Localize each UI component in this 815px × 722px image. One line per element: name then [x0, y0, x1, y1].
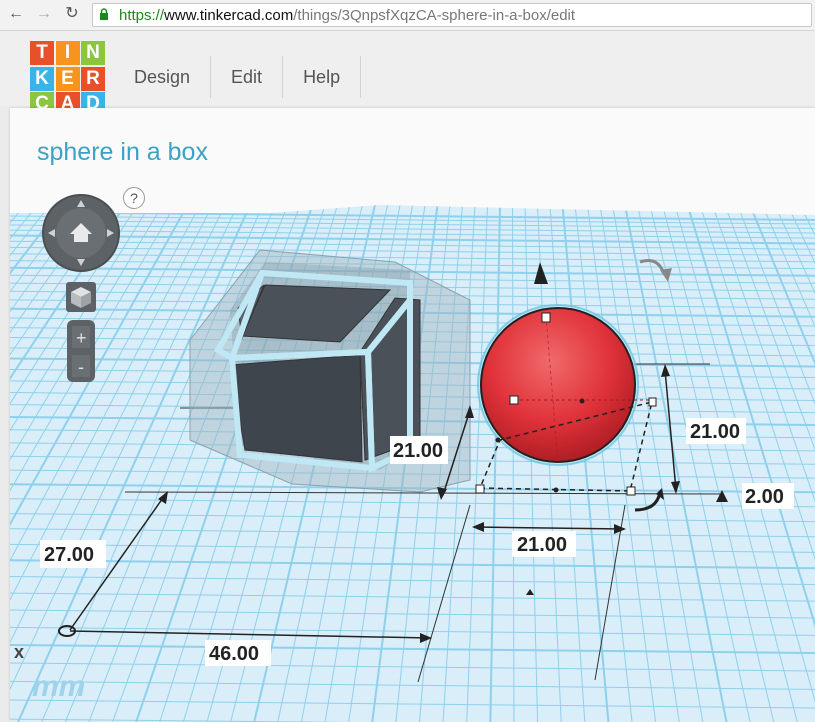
workplane-scene[interactable]: 21.00 21.00 2.00 21.00 27.00 46.00 x mm … — [0, 0, 815, 722]
zoom-out-label: - — [78, 357, 84, 377]
sphere-height-label: 21.00 — [690, 421, 740, 443]
units-label: mm — [32, 670, 85, 703]
sphere-top-handle[interactable] — [541, 312, 551, 323]
view-cube-icon[interactable] — [66, 282, 96, 312]
box-depth-label: 21.00 — [393, 440, 443, 462]
design-title[interactable]: sphere in a box — [37, 138, 208, 167]
position-x-label: 46.00 — [209, 643, 259, 665]
zoom-in-label: + — [76, 328, 87, 348]
position-y-label: 27.00 — [44, 544, 94, 566]
sphere-elevation-label: 2.00 — [745, 486, 784, 508]
sphere-side-handle[interactable] — [509, 395, 519, 405]
help-button[interactable]: ? — [123, 187, 145, 209]
sphere-width-label: 21.00 — [517, 534, 567, 556]
axis-x-label: x — [14, 642, 24, 662]
